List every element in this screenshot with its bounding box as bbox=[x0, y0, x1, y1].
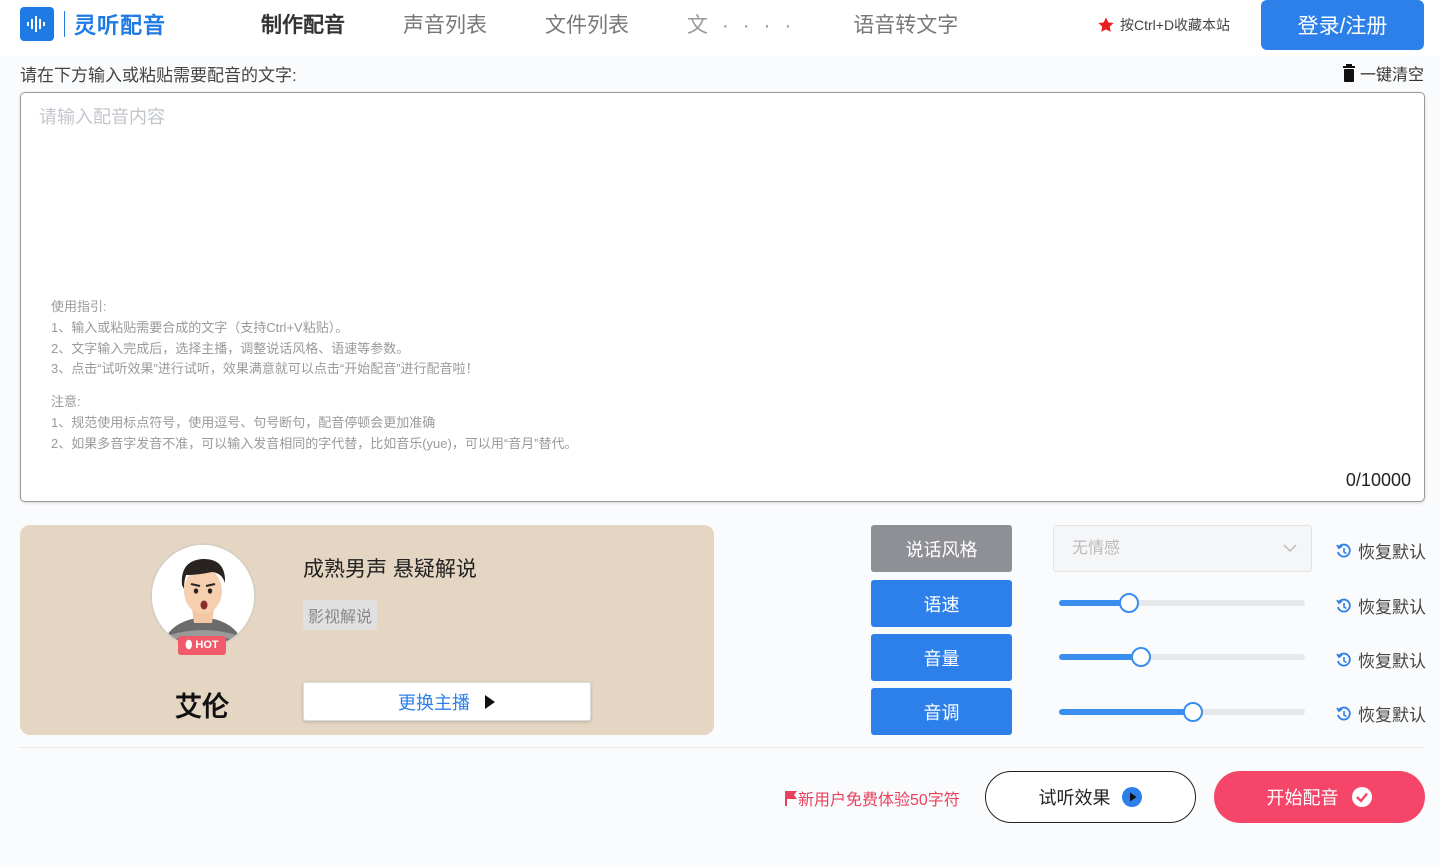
note-line: 1、规范使用标点符号，使用逗号、句号断句，配音停顿会更加准确 bbox=[51, 414, 436, 430]
trash-icon bbox=[1342, 64, 1355, 82]
pitch-slider[interactable] bbox=[1059, 702, 1305, 722]
promo-text: 新用户免费体验50字符 bbox=[798, 792, 960, 809]
avatar-illustration bbox=[152, 545, 254, 647]
voice-avatar[interactable] bbox=[150, 543, 256, 649]
check-circle-icon bbox=[1351, 787, 1372, 807]
reset-volume-button[interactable]: 恢复默认 bbox=[1336, 647, 1426, 672]
nav-file-list[interactable]: 文件列表 bbox=[516, 8, 658, 44]
new-user-promo: 新用户免费体验50字符 bbox=[784, 786, 960, 810]
history-icon bbox=[1336, 543, 1351, 557]
voice-card: ⬮ HOT 艾伦 成熟男声 悬疑解说 影视解说 更换主播 bbox=[20, 525, 714, 735]
voice-description: 成熟男声 悬疑解说 bbox=[303, 558, 477, 581]
volume-slider-handle[interactable] bbox=[1131, 647, 1152, 667]
chevron-down-icon bbox=[1283, 544, 1297, 553]
history-icon bbox=[1336, 706, 1351, 720]
reset-label: 恢复默认 bbox=[1358, 543, 1426, 562]
reset-style-button[interactable]: 恢复默认 bbox=[1336, 538, 1426, 563]
bookmark-hint-text: 按Ctrl+D收藏本站 bbox=[1120, 17, 1231, 33]
dubbing-text-input[interactable] bbox=[21, 93, 1424, 283]
voice-category-tag: 影视解说 bbox=[303, 600, 378, 630]
voice-name: 艾伦 bbox=[175, 692, 229, 722]
guide-line: 1、输入或粘贴需要合成的文字（支持Ctrl+V粘贴）。 bbox=[51, 319, 349, 335]
clear-all-label: 一键清空 bbox=[1359, 67, 1424, 84]
reset-speed-button[interactable]: 恢复默认 bbox=[1336, 593, 1426, 618]
speed-slider-handle[interactable] bbox=[1119, 593, 1140, 613]
volume-slider-fill bbox=[1059, 654, 1142, 660]
play-triangle-icon bbox=[485, 694, 495, 709]
speaking-style-select[interactable]: 无情感 bbox=[1053, 525, 1312, 572]
logo-text: 灵听配音 bbox=[74, 13, 167, 38]
preview-label: 试听效果 bbox=[1038, 788, 1111, 808]
text-editor: 使用指引: 1、输入或粘贴需要合成的文字（支持Ctrl+V粘贴）。 2、文字输入… bbox=[20, 92, 1425, 502]
flame-icon: ⬮ bbox=[185, 639, 193, 651]
main-nav: 制作配音 声音列表 文件列表 文 · · · · 语音转文字 bbox=[232, 8, 987, 44]
volume-slider[interactable] bbox=[1059, 647, 1305, 667]
play-circle-icon bbox=[1121, 787, 1142, 807]
start-dubbing-button[interactable]: 开始配音 bbox=[1214, 771, 1425, 823]
history-icon bbox=[1336, 652, 1351, 666]
reset-label: 恢复默认 bbox=[1358, 652, 1426, 671]
nav-item-obscured[interactable]: 文 · · · · bbox=[658, 8, 824, 44]
change-voice-button[interactable]: 更换主播 bbox=[303, 682, 591, 721]
star-icon bbox=[1098, 17, 1114, 32]
preview-button[interactable]: 试听效果 bbox=[985, 771, 1196, 823]
section-divider bbox=[20, 747, 1425, 748]
nav-speech-to-text[interactable]: 语音转文字 bbox=[824, 8, 987, 44]
pitch-button[interactable]: 音调 bbox=[871, 688, 1012, 735]
nav-voice-list[interactable]: 声音列表 bbox=[374, 8, 516, 44]
note-title: 注意: bbox=[51, 394, 81, 410]
start-dubbing-label: 开始配音 bbox=[1266, 788, 1339, 808]
reset-label: 恢复默认 bbox=[1358, 598, 1426, 617]
reset-label: 恢复默认 bbox=[1358, 706, 1426, 725]
guide-line: 2、文字输入完成后，选择主播，调整说话风格、语速等参数。 bbox=[51, 340, 410, 356]
change-voice-label: 更换主播 bbox=[398, 692, 470, 713]
bookmark-hint[interactable]: 按Ctrl+D收藏本站 bbox=[1097, 15, 1230, 35]
volume-button[interactable]: 音量 bbox=[871, 634, 1012, 681]
flag-icon bbox=[785, 791, 797, 806]
guide-title: 使用指引: bbox=[51, 299, 107, 314]
hot-badge-text: HOT bbox=[195, 639, 219, 651]
guide-line: 3、点击“试听效果”进行试听，效果满意就可以点击“开始配音”进行配音啦！ bbox=[51, 361, 479, 377]
history-icon bbox=[1336, 598, 1351, 612]
speaking-style-button[interactable]: 说话风格 bbox=[871, 525, 1012, 572]
waveform-logo-icon bbox=[20, 7, 54, 41]
speed-button[interactable]: 语速 bbox=[871, 580, 1012, 627]
char-counter: 0/10000 bbox=[1345, 470, 1411, 490]
usage-guide: 使用指引: 1、输入或粘贴需要合成的文字（支持Ctrl+V粘贴）。 2、文字输入… bbox=[51, 297, 578, 455]
note-line: 2、如果多音字发音不准，可以输入发音相同的字代替，比如音乐(yue)，可以用“音… bbox=[51, 435, 578, 451]
style-select-value: 无情感 bbox=[1072, 540, 1121, 557]
login-register-button[interactable]: 登录/注册 bbox=[1261, 0, 1424, 50]
nav-make-dubbing[interactable]: 制作配音 bbox=[232, 8, 374, 44]
clear-all-button[interactable]: 一键清空 bbox=[1342, 61, 1424, 85]
reset-pitch-button[interactable]: 恢复默认 bbox=[1336, 701, 1426, 726]
pitch-slider-handle[interactable] bbox=[1183, 702, 1204, 722]
top-header: 灵听配音 制作配音 声音列表 文件列表 文 · · · · 语音转文字 按Ctr… bbox=[0, 0, 1440, 56]
logo-divider bbox=[64, 11, 65, 37]
speed-slider[interactable] bbox=[1059, 593, 1305, 613]
input-prompt-label: 请在下方输入或粘贴需要配音的文字: bbox=[20, 66, 297, 85]
pitch-slider-fill bbox=[1059, 709, 1194, 715]
site-logo[interactable]: 灵听配音 bbox=[20, 7, 166, 41]
hot-badge: ⬮ HOT bbox=[178, 636, 226, 655]
